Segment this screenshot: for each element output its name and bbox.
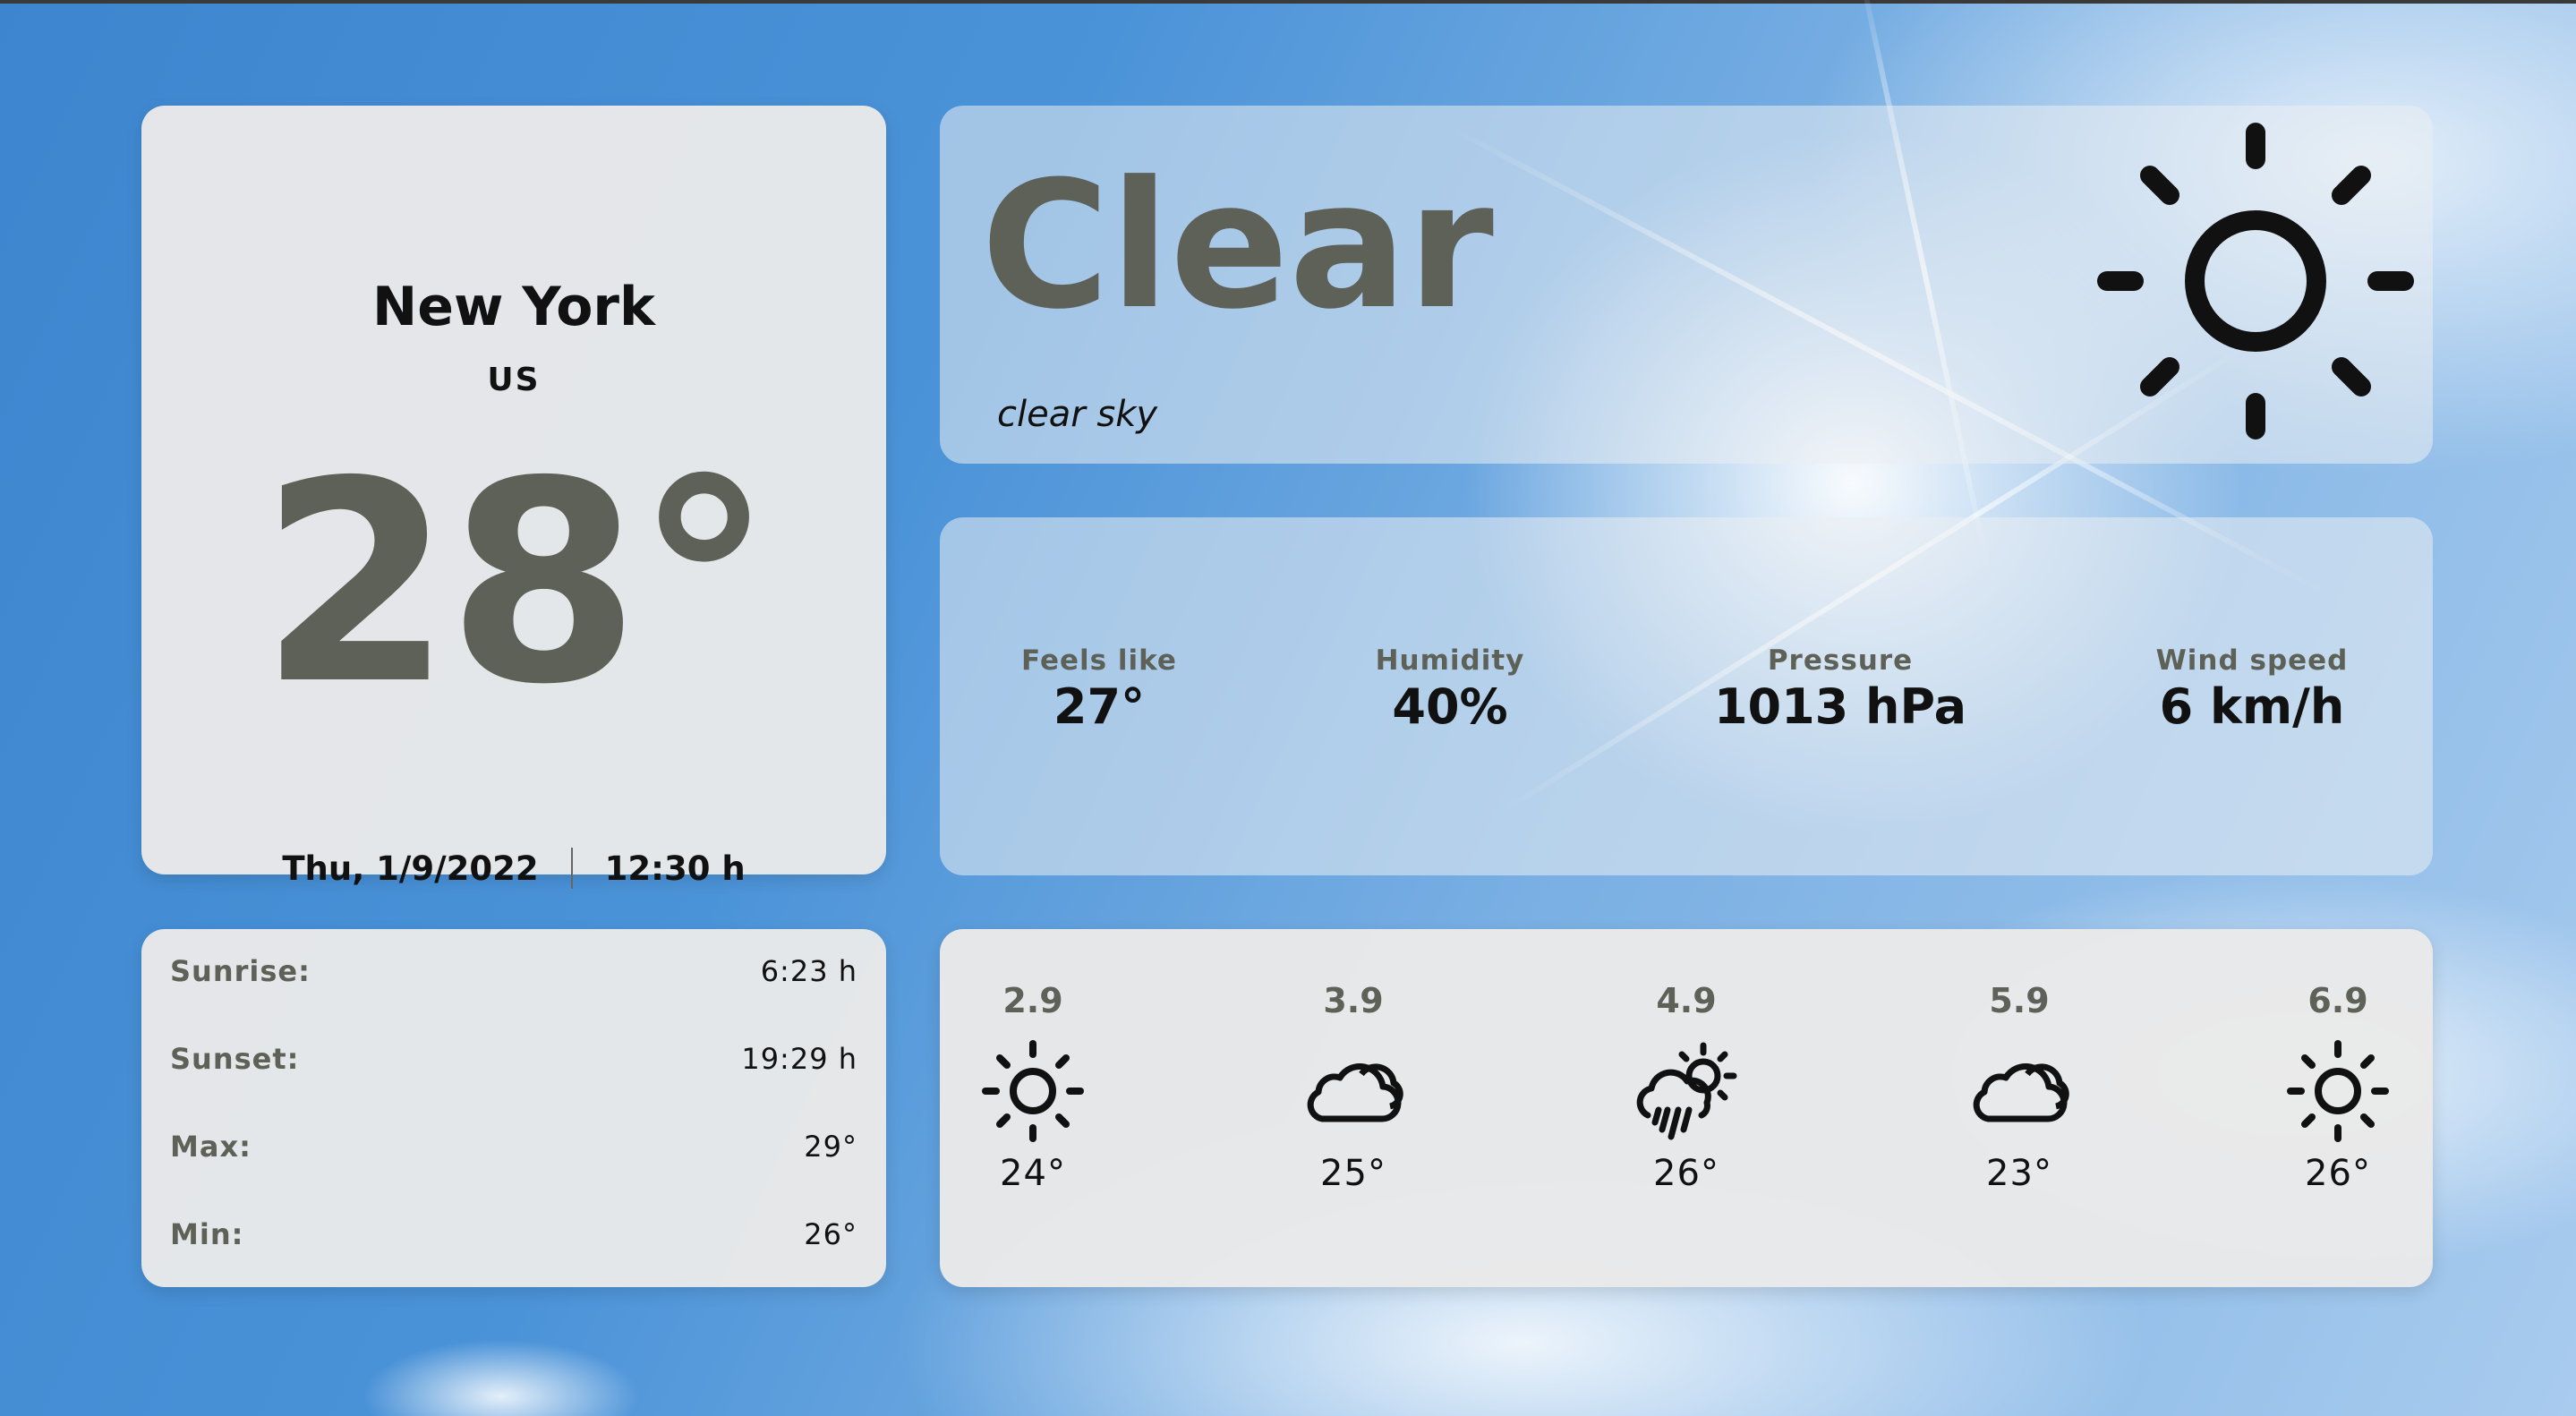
stat-value: 1013 hPa [1713, 678, 1967, 735]
stat-label: Wind speed [2155, 644, 2349, 677]
current-date: Thu, 1/9/2022 [282, 849, 539, 888]
sun-value: 19:29 h [741, 1042, 857, 1076]
sun-value: 29° [804, 1130, 857, 1164]
forecast-temp: 23° [1986, 1153, 2052, 1194]
stat-humidity: Humidity 40% [1376, 644, 1525, 735]
stat-value: 40% [1392, 678, 1508, 735]
stat-label: Humidity [1375, 644, 1525, 677]
divider [570, 848, 573, 889]
stat-value: 27° [1053, 678, 1146, 735]
cloud-icon [1973, 1063, 2069, 1122]
cloud-icon [1307, 1063, 1403, 1122]
stat-value: 6 km/h [2159, 678, 2345, 735]
forecast-card: 2.9 24° 3.9 25° 4.9 26° 5.9 23° 6.9 26° [940, 929, 2433, 1287]
sun-icon [982, 1040, 1084, 1142]
stat-wind-speed: Wind speed 6 km/h [2156, 644, 2349, 735]
forecast-temp: 26° [2305, 1153, 2371, 1194]
window-top-border [0, 0, 2576, 4]
stat-label: Pressure [1767, 644, 1914, 677]
forecast-item: 6.9 26° [2248, 981, 2427, 1194]
forecast-item: 4.9 26° [1597, 981, 1776, 1194]
forecast-time: 3.9 [1323, 981, 1384, 1020]
stat-feels-like: Feels like 27° [1021, 644, 1177, 735]
sun-label: Sunset: [170, 1042, 300, 1076]
current-time: 12:30 h [604, 849, 746, 888]
sun-value: 26° [804, 1217, 857, 1251]
sunset-row: Sunset: 19:29 h [170, 1042, 857, 1076]
max-row: Max: 29° [170, 1130, 857, 1164]
current-weather-card: New York US 28° Thu, 1/9/2022 12:30 h [141, 106, 886, 889]
weather-stats-card: Feels like 27° Humidity 40% Pressure 101… [940, 517, 2433, 875]
stat-label: Feels like [1021, 644, 1177, 677]
forecast-time: 5.9 [1989, 981, 2050, 1020]
sun-value: 6:23 h [760, 954, 857, 988]
sun-icon [2287, 1040, 2389, 1142]
sun-info-card: Sunrise: 6:23 h Sunset: 19:29 h Max: 29°… [141, 929, 886, 1287]
city-name: New York [372, 276, 655, 338]
forecast-item: 3.9 25° [1264, 981, 1443, 1194]
condition-description: clear sky [997, 394, 1158, 435]
stat-pressure: Pressure 1013 hPa [1714, 644, 1966, 735]
sunrise-row: Sunrise: 6:23 h [170, 954, 857, 988]
sun-label: Sunrise: [170, 954, 311, 988]
forecast-temp: 26° [1653, 1153, 1719, 1194]
forecast-temp: 25° [1320, 1153, 1386, 1194]
country-code: US [487, 362, 541, 398]
current-temperature: 28° [259, 422, 773, 746]
condition-card: Clear clear sky [940, 106, 2433, 464]
sun-label: Min: [170, 1217, 244, 1251]
rain-sun-cloud-icon [1636, 1042, 1737, 1140]
forecast-time: 6.9 [2307, 981, 2368, 1020]
forecast-temp: 24° [1000, 1153, 1066, 1194]
forecast-item: 2.9 24° [943, 981, 1122, 1194]
condition-title: Clear [981, 144, 1494, 348]
sun-label: Max: [170, 1130, 252, 1164]
min-row: Min: 26° [170, 1217, 857, 1251]
forecast-time: 2.9 [1002, 981, 1063, 1020]
forecast-time: 4.9 [1656, 981, 1717, 1020]
sun-icon [2097, 123, 2414, 439]
forecast-item: 5.9 23° [1930, 981, 2109, 1194]
